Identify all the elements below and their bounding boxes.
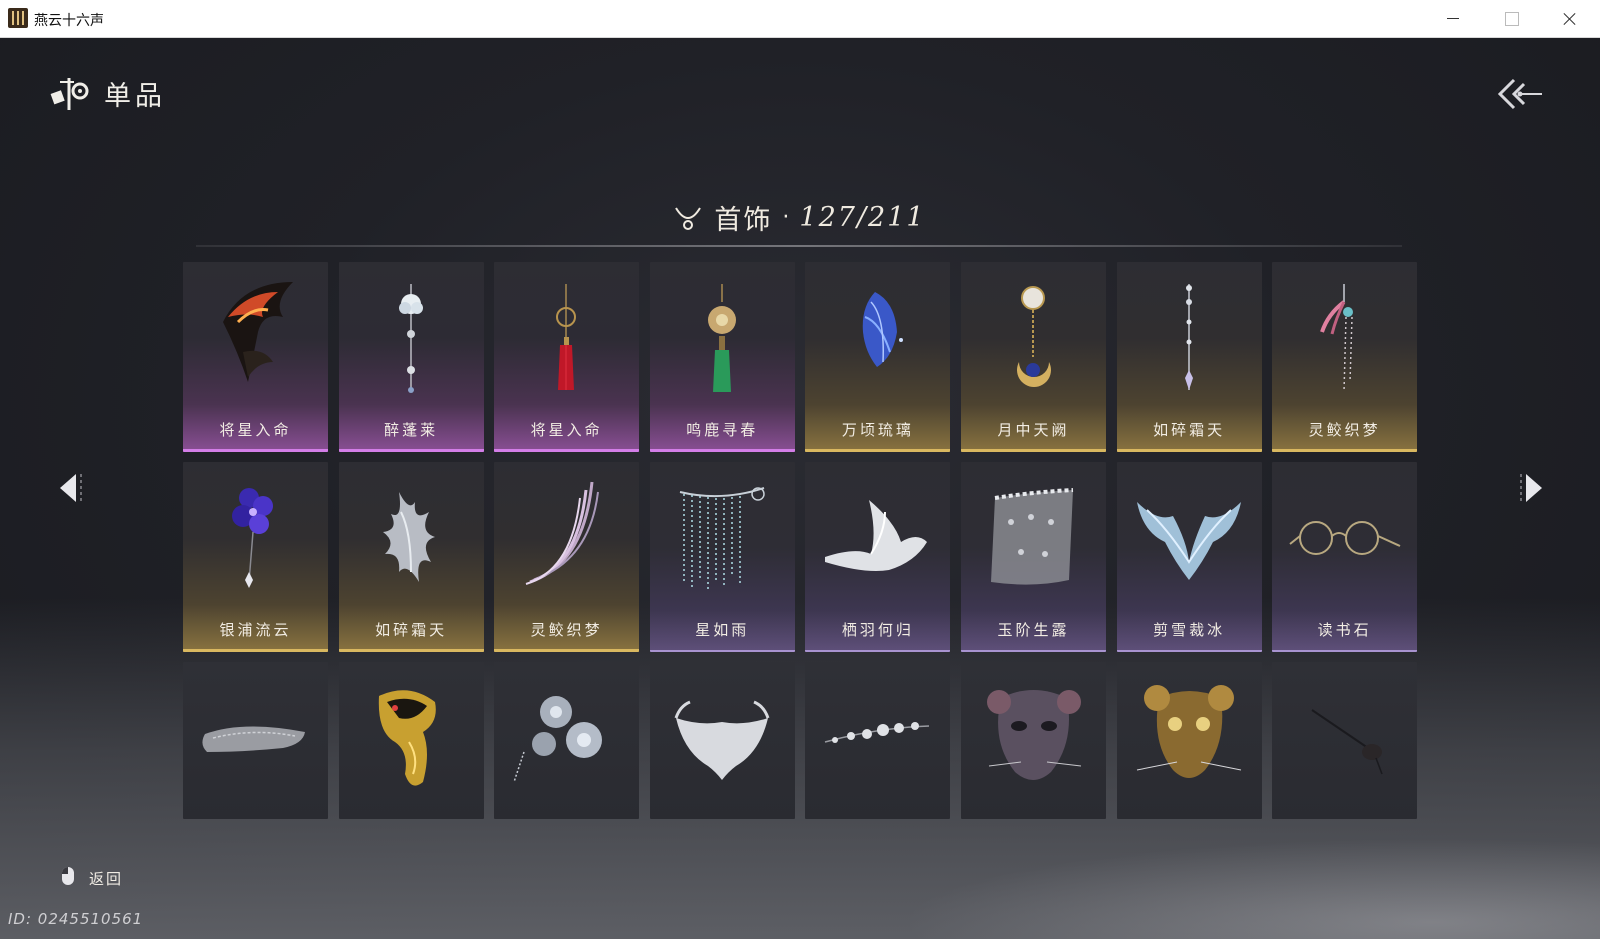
page-title: 单品 [104, 81, 166, 112]
maximize-button[interactable] [1482, 0, 1540, 38]
window-title: 燕云十六声 [34, 13, 104, 29]
glasses-icon [1289, 521, 1401, 555]
item-card[interactable]: 读书石 [1272, 462, 1418, 652]
item-card[interactable] [1116, 662, 1262, 819]
item-name: 醉蓬莱 [384, 421, 439, 439]
necklace-icon [675, 206, 702, 230]
ice-horns-icon [1136, 502, 1241, 580]
rat-mask-grey-icon [987, 690, 1082, 780]
window-titlebar: 燕云十六声 [0, 0, 1600, 38]
item-card[interactable] [1272, 662, 1418, 819]
items-menu-icon [50, 78, 89, 110]
item-card[interactable]: 如碎霜天 [1116, 262, 1262, 452]
item-name: 万顷琉璃 [841, 421, 914, 439]
item-name: 月中天阙 [997, 421, 1070, 439]
silver-headband-icon [202, 726, 305, 752]
category-header: 首饰 · 127/211 [196, 198, 1402, 244]
flower-pendant-icon [398, 284, 423, 393]
item-card[interactable] [183, 662, 328, 819]
item-card[interactable] [961, 662, 1106, 819]
app-icon [8, 8, 28, 28]
game-viewport: 单品 首饰 · 127/211 将星入命 醉蓬莱 将星入命 鸣鹿寻春 万顷琉璃 … [0, 38, 1600, 939]
category-separator: · [782, 205, 790, 230]
item-card[interactable]: 星如雨 [649, 462, 795, 652]
snow-background [900, 838, 1600, 939]
item-card[interactable]: 万顷琉璃 [805, 262, 951, 452]
item-name: 将星入命 [219, 421, 292, 439]
item-card[interactable]: 灵鲛织梦 [494, 462, 640, 652]
green-tassel-pendant-icon [707, 284, 736, 392]
previous-page-arrow-icon[interactable] [56, 470, 86, 506]
silver-crest-icon [382, 492, 435, 582]
purple-flower-hairpin-icon [232, 488, 273, 588]
item-card[interactable]: 银浦流云 [183, 462, 328, 652]
item-name: 剪雪裁冰 [1153, 621, 1226, 639]
dark-hairpin-icon [1311, 709, 1383, 775]
item-card[interactable]: 灵鲛织梦 [1272, 262, 1418, 452]
minimize-button[interactable] [1424, 0, 1482, 38]
lace-veil-icon [991, 488, 1074, 585]
item-name: 鸣鹿寻春 [686, 421, 759, 439]
category-count: 127/211 [799, 202, 926, 233]
tassel-earring-icon [1320, 284, 1354, 393]
item-card[interactable]: 如碎霜天 [338, 462, 484, 652]
back-button[interactable]: 返回 [89, 868, 123, 889]
crystal-earring-icon [1184, 284, 1193, 390]
item-name: 灵鲛织梦 [1308, 421, 1381, 439]
close-button[interactable] [1541, 0, 1599, 38]
feather-blade-icon [525, 481, 600, 585]
item-card[interactable]: 将星入命 [494, 262, 640, 452]
blue-feather-ornament-icon [863, 292, 904, 367]
item-card[interactable]: 玉阶生露 [961, 462, 1106, 652]
beaded-veil-icon [679, 487, 765, 592]
flower-vine-icon [825, 722, 930, 743]
item-name: 灵鲛织梦 [530, 621, 603, 639]
rat-mask-gold-icon [1136, 685, 1241, 778]
gold-filigree-mask-icon [378, 690, 436, 786]
item-card[interactable] [649, 662, 795, 819]
category-divider [196, 245, 1402, 247]
mouse-icon [62, 867, 74, 885]
item-card[interactable] [338, 662, 484, 819]
back-arrow-icon[interactable] [1496, 74, 1544, 114]
flame-wing-ornament-icon [223, 282, 293, 382]
item-card[interactable] [805, 662, 951, 819]
moon-pendant-icon [1017, 286, 1051, 387]
item-name: 如碎霜天 [375, 621, 448, 639]
next-page-arrow-icon[interactable] [1516, 470, 1546, 506]
item-name: 星如雨 [695, 621, 750, 639]
player-id: ID: 0245510561 [8, 910, 144, 928]
item-card[interactable]: 将星入命 [183, 262, 328, 452]
red-tassel-pendant-icon [556, 284, 577, 390]
item-card[interactable]: 栖羽何归 [805, 462, 951, 652]
item-name: 如碎霜天 [1153, 421, 1226, 439]
item-card[interactable] [494, 662, 640, 819]
silver-flower-hairpiece-icon [513, 696, 603, 783]
category-label: 首饰 [714, 205, 773, 236]
item-card[interactable]: 鸣鹿寻春 [649, 262, 795, 452]
silver-half-mask-icon [674, 700, 770, 780]
item-card[interactable]: 醉蓬莱 [338, 262, 484, 452]
item-name: 将星入命 [530, 421, 603, 439]
white-wing-icon [825, 500, 928, 571]
item-name: 玉阶生露 [997, 621, 1070, 639]
item-card[interactable]: 月中天阙 [961, 262, 1106, 452]
item-name: 栖羽何归 [841, 621, 914, 639]
item-name: 银浦流云 [219, 621, 292, 639]
item-name: 读书石 [1317, 621, 1372, 639]
item-card[interactable]: 剪雪裁冰 [1116, 462, 1262, 652]
